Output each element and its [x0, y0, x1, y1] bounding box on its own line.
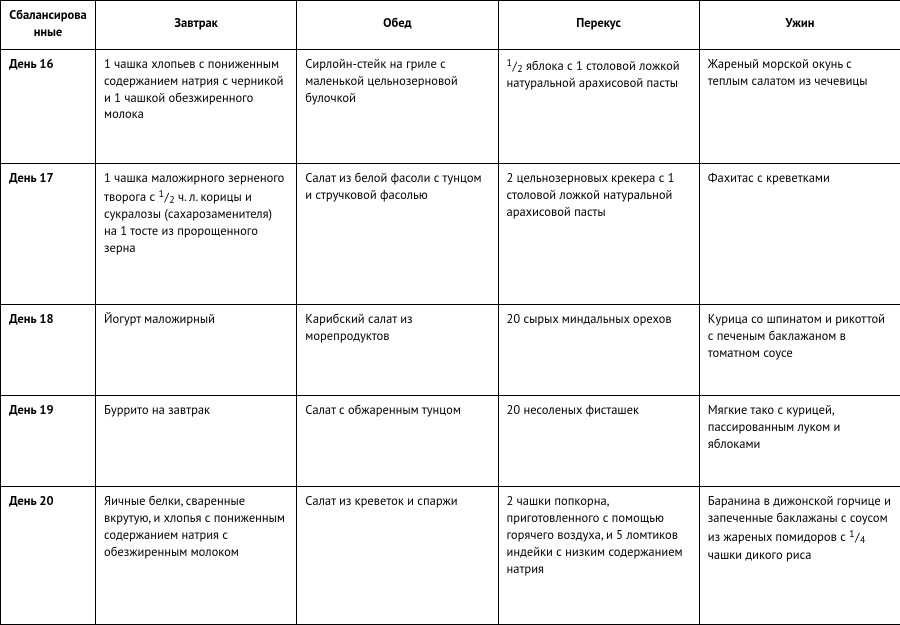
lunch-cell: Сирлойн-стейк на гриле с маленькой цельн… — [297, 49, 498, 163]
header-breakfast: Завтрак — [96, 1, 297, 50]
header-balanced: Сбалансированные — [1, 1, 96, 50]
breakfast-cell: 1 чашка хлопьев с пониженным содержанием… — [96, 49, 297, 163]
snack-cell: 2 чашки попкорна, приготовленного с помо… — [498, 487, 699, 625]
day-label: День 16 — [1, 49, 96, 163]
table-row: День 18 Йогурт маложирный Карибский сала… — [1, 305, 900, 396]
snack-cell: 1/2 яблока с 1 столовой ложкой натуральн… — [498, 49, 699, 163]
day-label: День 20 — [1, 487, 96, 625]
table-row: День 17 1 чашка маложирного зерненого тв… — [1, 164, 900, 305]
breakfast-cell: 1 чашка маложирного зерненого творога с … — [96, 164, 297, 305]
breakfast-cell: Яичные белки, сваренные вкрутую, и хлопь… — [96, 487, 297, 625]
breakfast-cell: Буррито на завтрак — [96, 396, 297, 487]
dinner-cell: Мягкие тако с курицей, пассированным лук… — [699, 396, 900, 487]
header-dinner: Ужин — [699, 1, 900, 50]
day-label: День 17 — [1, 164, 96, 305]
dinner-cell: Баранина в дижонской горчице и запеченны… — [699, 487, 900, 625]
breakfast-cell: Йогурт маложирный — [96, 305, 297, 396]
snack-cell: 20 сырых миндальных орехов — [498, 305, 699, 396]
dinner-cell: Фахитас с креветками — [699, 164, 900, 305]
dinner-cell: Жареный морской окунь с теплым салатом и… — [699, 49, 900, 163]
meal-plan-table: Сбалансированные Завтрак Обед Перекус Уж… — [0, 0, 900, 625]
header-lunch: Обед — [297, 1, 498, 50]
lunch-cell: Салат из белой фасоли с тунцом и стручко… — [297, 164, 498, 305]
snack-cell: 20 несоленых фисташек — [498, 396, 699, 487]
day-label: День 19 — [1, 396, 96, 487]
table-row: День 19 Буррито на завтрак Салат с обжар… — [1, 396, 900, 487]
header-snack: Перекус — [498, 1, 699, 50]
day-label: День 18 — [1, 305, 96, 396]
dinner-cell: Курица со шпинатом и рикоттой с печеным … — [699, 305, 900, 396]
lunch-cell: Салат из креветок и спаржи — [297, 487, 498, 625]
table-row: День 16 1 чашка хлопьев с пониженным сод… — [1, 49, 900, 163]
lunch-cell: Салат с обжаренным тунцом — [297, 396, 498, 487]
header-row: Сбалансированные Завтрак Обед Перекус Уж… — [1, 1, 900, 50]
table-row: День 20 Яичные белки, сваренные вкрутую,… — [1, 487, 900, 625]
snack-cell: 2 цельнозерновых крекера с 1 столовой ло… — [498, 164, 699, 305]
lunch-cell: Карибский салат из морепродуктов — [297, 305, 498, 396]
